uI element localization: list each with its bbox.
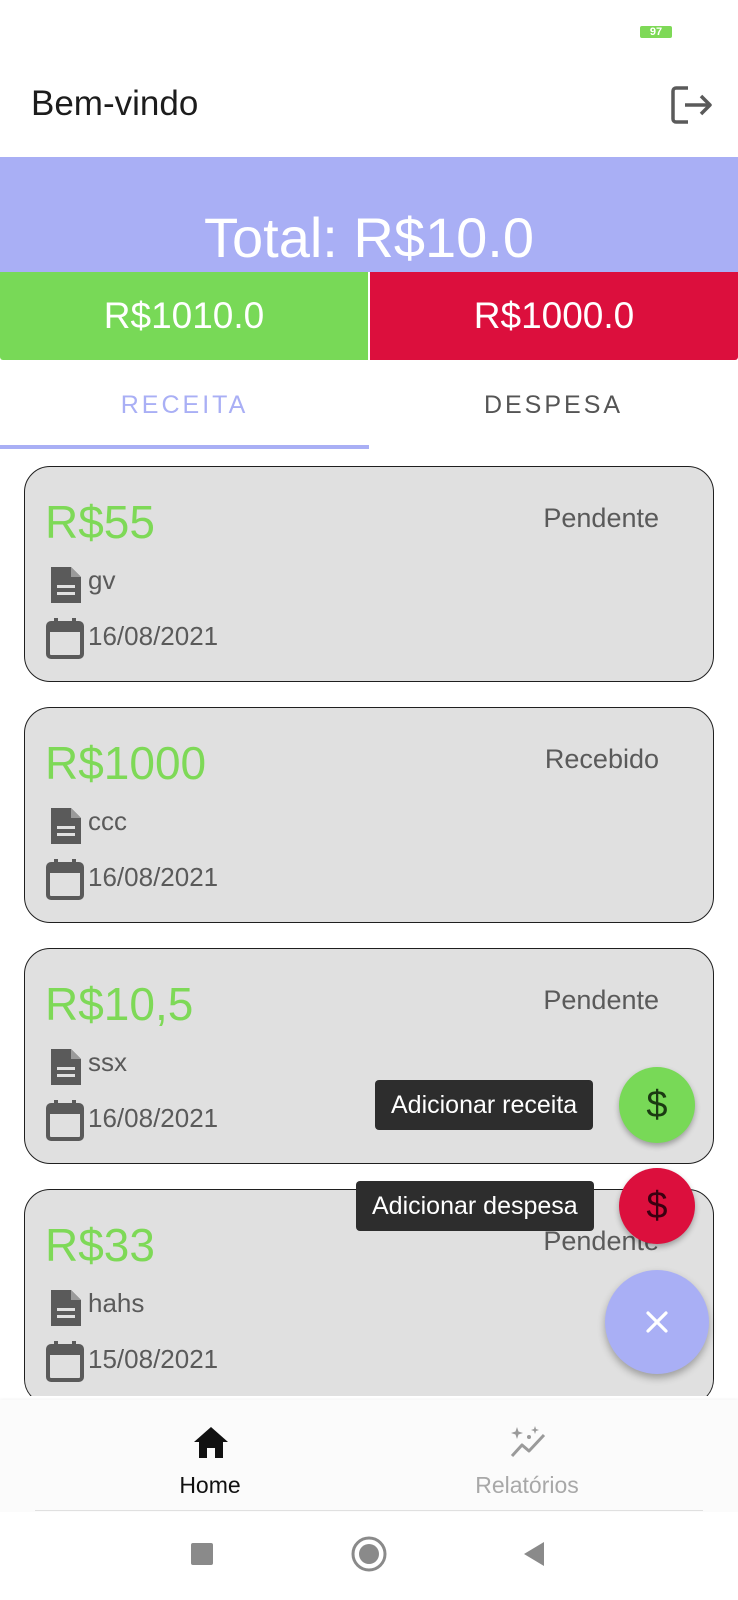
- insights-icon: [510, 1426, 546, 1458]
- home-circle-icon[interactable]: [347, 1532, 391, 1576]
- entry-status: Pendente: [543, 503, 659, 533]
- entry-description: ccc: [88, 806, 127, 836]
- entry-amount: R$55: [45, 496, 155, 548]
- screen: 97 Bem-vindo Total: R$10.0 R$1010.0 R$10…: [0, 0, 738, 1600]
- tab-despesa[interactable]: DESPESA: [369, 360, 738, 450]
- calendar-icon: [46, 1341, 84, 1382]
- document-icon: [51, 808, 81, 844]
- nav-reports-label: Relatórios: [475, 1472, 579, 1498]
- income-total: R$1010.0: [0, 272, 368, 360]
- entry-amount: R$33: [45, 1219, 155, 1271]
- entry-description: ssx: [88, 1047, 127, 1077]
- entry-date: 16/08/2021: [88, 862, 219, 892]
- entry-status: Pendente: [543, 985, 659, 1015]
- add-expense-label[interactable]: Adicionar despesa: [356, 1181, 594, 1231]
- tab-bar: RECEITA DESPESA: [0, 360, 738, 450]
- entry-description: hahs: [88, 1288, 145, 1318]
- system-nav-bar: [0, 1512, 738, 1600]
- entry-amount: R$10,5: [45, 978, 194, 1030]
- nav-home[interactable]: Home: [110, 1400, 310, 1512]
- battery-indicator: 97: [640, 26, 672, 38]
- list-item[interactable]: R$10,5 Pendente ssx 16/08/2021: [24, 948, 714, 1164]
- bottom-nav: Home Relatórios: [0, 1400, 738, 1512]
- add-income-button[interactable]: $: [619, 1067, 695, 1143]
- app-bar: Bem-vindo: [0, 60, 738, 156]
- calendar-icon: [46, 859, 84, 900]
- back-icon[interactable]: [512, 1532, 556, 1576]
- nav-home-label: Home: [179, 1472, 241, 1498]
- nav-reports[interactable]: Relatórios: [427, 1400, 627, 1512]
- entry-description: gv: [88, 565, 116, 595]
- status-bar: 97: [0, 0, 738, 60]
- total-balance: Total: R$10.0: [204, 206, 534, 269]
- logout-icon: [671, 86, 712, 124]
- list-item[interactable]: R$1000 Recebido ccc 16/08/2021: [24, 707, 714, 923]
- entries-list[interactable]: R$55 Pendente gv 16/08/2021 R$1000 Receb…: [0, 450, 738, 1396]
- dollar-icon: $: [646, 1185, 668, 1227]
- entry-status: Recebido: [544, 744, 659, 774]
- close-icon: [646, 1311, 668, 1333]
- entry-date: 16/08/2021: [88, 621, 219, 651]
- divider: [35, 1510, 703, 1511]
- total-banner: Total: R$10.0: [0, 157, 738, 272]
- tab-receita[interactable]: RECEITA: [0, 360, 369, 450]
- document-icon: [51, 1049, 81, 1085]
- expense-total: R$1000.0: [370, 272, 738, 360]
- dollar-icon: $: [646, 1084, 668, 1126]
- recents-icon[interactable]: [180, 1532, 224, 1576]
- document-icon: [51, 1290, 81, 1326]
- tab-indicator: [0, 445, 369, 449]
- entry-amount: R$1000: [45, 737, 207, 789]
- calendar-icon: [46, 1100, 84, 1141]
- document-icon: [51, 567, 81, 603]
- add-expense-button[interactable]: $: [619, 1168, 695, 1244]
- close-fab-button[interactable]: [605, 1270, 709, 1374]
- home-icon: [194, 1427, 228, 1458]
- calendar-icon: [46, 618, 84, 659]
- entry-date: 16/08/2021: [88, 1103, 219, 1133]
- entry-date: 15/08/2021: [88, 1344, 219, 1374]
- add-income-label[interactable]: Adicionar receita: [375, 1080, 594, 1130]
- page-title: Bem-vindo: [31, 84, 199, 123]
- logout-button[interactable]: [668, 82, 714, 128]
- list-item[interactable]: R$55 Pendente gv 16/08/2021: [24, 466, 714, 682]
